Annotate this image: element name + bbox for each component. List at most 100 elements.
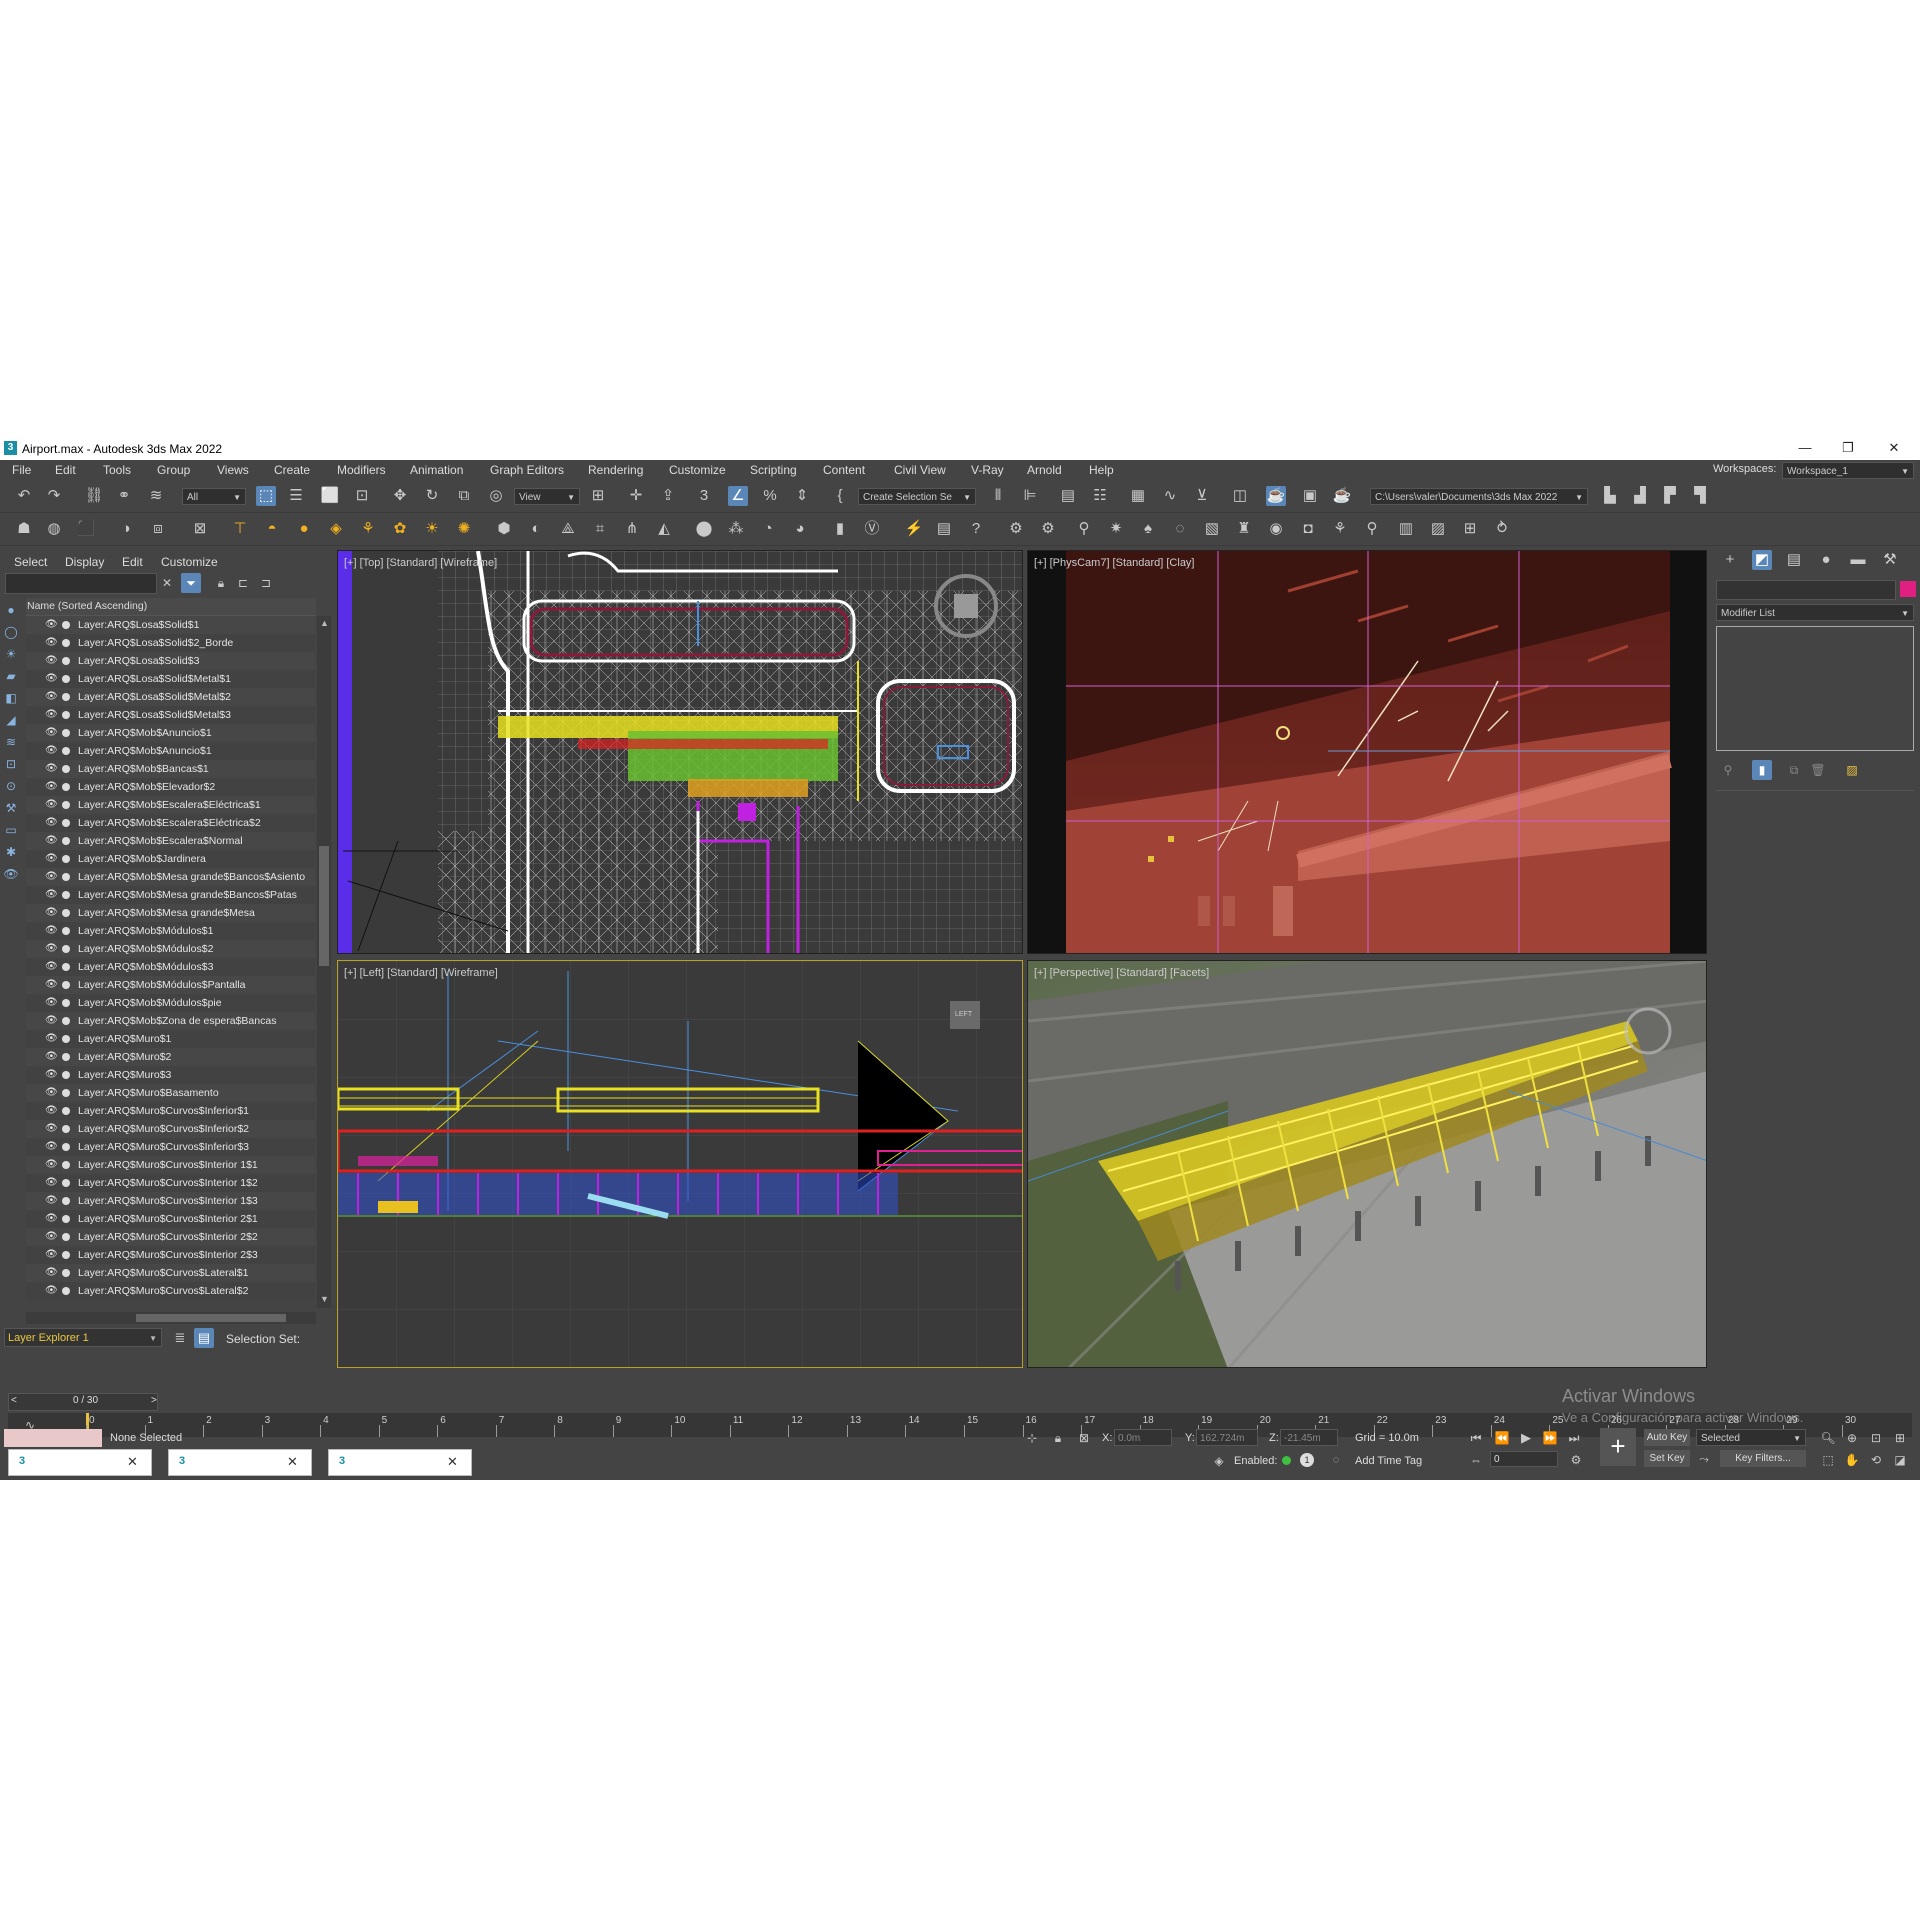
light-ies-icon[interactable]: ◈: [326, 519, 346, 539]
place-icon[interactable]: ◎: [486, 486, 506, 506]
visibility-eye-icon[interactable]: 👁︎: [45, 1120, 58, 1138]
tool-a-icon[interactable]: ⚙: [1006, 519, 1026, 539]
visibility-eye-icon[interactable]: 👁︎: [45, 634, 58, 652]
visibility-eye-icon[interactable]: 👁︎: [45, 616, 58, 634]
show-end-result-icon[interactable]: ▮: [1752, 760, 1772, 780]
visibility-eye-icon[interactable]: 👁︎: [45, 976, 58, 994]
clear-search-icon[interactable]: ✕: [157, 573, 177, 593]
frame-buffer-icon[interactable]: ▮: [830, 519, 850, 539]
renderable-toggle-icon[interactable]: [62, 1017, 70, 1025]
visibility-eye-icon[interactable]: 👁︎: [45, 778, 58, 796]
curve-editor-icon[interactable]: ∿: [1160, 486, 1180, 506]
zoom-icon[interactable]: 🔍︎: [1818, 1428, 1838, 1448]
render-production-icon[interactable]: ☕: [1332, 486, 1352, 506]
viewport-top-label[interactable]: [+] [Top] [Standard] [Wireframe]: [344, 557, 497, 569]
viewport-top[interactable]: [+] [Top] [Standard] [Wireframe]: [337, 550, 1023, 954]
percent-snap-icon[interactable]: %: [760, 486, 780, 506]
visibility-eye-icon[interactable]: 👁︎: [45, 868, 58, 886]
layer-row[interactable]: 👁︎ Layer:ARQ$Muro$Curvos$Interior 1$1: [26, 1156, 315, 1174]
layer-list-scrollbar[interactable]: ▲ ▼: [317, 616, 331, 1308]
taskbar-thumbnail-1[interactable]: 3 ✕: [8, 1449, 152, 1476]
menu-help[interactable]: Help: [1089, 463, 1114, 477]
toggle-scene-explorer-icon[interactable]: ▤: [1058, 486, 1078, 506]
viewport-physcam[interactable]: [+] [PhysCam7] [Standard] [Clay]: [1027, 550, 1707, 954]
hscroll-thumb[interactable]: [136, 1314, 286, 1322]
thumbnail-close-icon[interactable]: ✕: [287, 1454, 298, 1470]
teapot-icon[interactable]: ☗: [14, 519, 34, 539]
menu-civil-view[interactable]: Civil View: [894, 463, 946, 477]
isolate-icon[interactable]: ⊹: [1022, 1428, 1042, 1448]
visibility-eye-icon[interactable]: 👁︎: [45, 760, 58, 778]
vray-decal-icon[interactable]: ◭: [654, 519, 674, 539]
object-name-input[interactable]: [1716, 580, 1896, 600]
renderable-toggle-icon[interactable]: [62, 1125, 70, 1133]
layer-row[interactable]: 👁︎ Layer:ARQ$Muro$Curvos$Inferior$2: [26, 1120, 315, 1138]
renderable-toggle-icon[interactable]: [62, 1215, 70, 1223]
modify-tab-icon[interactable]: ◩: [1752, 550, 1772, 570]
scale-icon[interactable]: ⧉: [454, 486, 474, 506]
layer-row[interactable]: 👁︎ Layer:ARQ$Losa$Solid$Metal$1: [26, 670, 315, 688]
explorer-name-dropdown[interactable]: Layer Explorer 1 ▼: [4, 1328, 162, 1347]
visibility-eye-icon[interactable]: 👁︎: [45, 688, 58, 706]
link-icon[interactable]: ⛓: [84, 486, 104, 506]
tool-l-icon[interactable]: ⚲: [1362, 519, 1382, 539]
visibility-eye-icon[interactable]: 👁︎: [45, 904, 58, 922]
auto-key-button[interactable]: Auto Key: [1644, 1429, 1690, 1446]
visibility-eye-icon[interactable]: 👁︎: [45, 742, 58, 760]
viewport-perspective-label[interactable]: [+] [Perspective] [Standard] [Facets]: [1034, 967, 1209, 979]
undo-icon[interactable]: ↶: [14, 486, 34, 506]
enabled-indicator[interactable]: [1282, 1456, 1291, 1465]
maximize-viewport-icon[interactable]: ◪: [1890, 1450, 1910, 1470]
default-tangent-icon[interactable]: ⤳: [1694, 1449, 1714, 1469]
renderable-toggle-icon[interactable]: [62, 1197, 70, 1205]
light-ambient-icon[interactable]: ✺: [454, 519, 474, 539]
renderable-toggle-icon[interactable]: [62, 1035, 70, 1043]
visibility-eye-icon[interactable]: 👁︎: [45, 1012, 58, 1030]
layer-row[interactable]: 👁︎ Layer:ARQ$Losa$Solid$Metal$2: [26, 688, 315, 706]
absolute-mode-icon[interactable]: ⊠: [1074, 1428, 1094, 1448]
menu-views[interactable]: Views: [217, 463, 249, 477]
create-tab-icon[interactable]: +: [1720, 550, 1740, 570]
menu-edit[interactable]: Edit: [55, 463, 76, 477]
renderable-toggle-icon[interactable]: [62, 1179, 70, 1187]
viewport-left[interactable]: LEFT [+] [Left] [Standard] [Wireframe]: [337, 960, 1023, 1368]
tool-e-icon[interactable]: ♠: [1138, 519, 1158, 539]
renderable-toggle-icon[interactable]: [62, 801, 70, 809]
selection-filter-dropdown[interactable]: All ▼: [182, 488, 246, 505]
material-editor-icon[interactable]: ◫: [1230, 486, 1250, 506]
renderable-toggle-icon[interactable]: [62, 999, 70, 1007]
layer-row[interactable]: 👁︎ Layer:ARQ$Muro$1: [26, 1030, 315, 1048]
utilities-tab-icon[interactable]: ⚒: [1880, 550, 1900, 570]
key-filters-button[interactable]: Key Filters...: [1720, 1450, 1806, 1467]
visibility-eye-icon[interactable]: 👁︎: [45, 1066, 58, 1084]
visibility-eye-icon[interactable]: 👁︎: [45, 1192, 58, 1210]
layer-row[interactable]: 👁︎ Layer:ARQ$Muro$Curvos$Lateral$2: [26, 1282, 315, 1300]
visibility-eye-icon[interactable]: 👁︎: [45, 724, 58, 742]
workspaces-dropdown[interactable]: Workspace_1 ▼: [1782, 462, 1914, 479]
visibility-eye-icon[interactable]: 👁︎: [45, 814, 58, 832]
renderable-toggle-icon[interactable]: [62, 1269, 70, 1277]
mirror-icon[interactable]: ⫴: [988, 486, 1008, 506]
visibility-eye-icon[interactable]: 👁︎: [45, 1210, 58, 1228]
torus-icon[interactable]: ◍: [44, 519, 64, 539]
viewport-left-label[interactable]: [+] [Left] [Standard] [Wireframe]: [344, 967, 498, 979]
explorer-menu-edit[interactable]: Edit: [122, 555, 143, 569]
renderable-toggle-icon[interactable]: [62, 729, 70, 737]
renderable-toggle-icon[interactable]: [62, 747, 70, 755]
renderable-toggle-icon[interactable]: [62, 1071, 70, 1079]
toggle-ribbon-icon[interactable]: ▦: [1128, 486, 1148, 506]
vray-mesh-clipper-icon[interactable]: ⌗: [590, 519, 610, 539]
grid-objects-icon[interactable]: ⊠: [190, 519, 210, 539]
motion-tab-icon[interactable]: ●: [1816, 550, 1836, 570]
tool-g-icon[interactable]: ▧: [1202, 519, 1222, 539]
tool-h-icon[interactable]: ♜: [1234, 519, 1254, 539]
keyboard-shortcut-icon[interactable]: ⇪: [658, 486, 678, 506]
light-sun-icon[interactable]: ☀: [422, 519, 442, 539]
layer-row[interactable]: 👁︎ Layer:ARQ$Mob$Módulos$Pantalla: [26, 976, 315, 994]
tool-o-icon[interactable]: ⊞: [1460, 519, 1480, 539]
column-header[interactable]: Name (Sorted Ascending): [26, 598, 316, 616]
visibility-eye-icon[interactable]: 👁︎: [45, 670, 58, 688]
thumbnail-close-icon[interactable]: ✕: [127, 1454, 138, 1470]
layer-row[interactable]: 👁︎ Layer:ARQ$Mob$Escalera$Normal: [26, 832, 315, 850]
key-mode-icon[interactable]: ⇔: [1466, 1450, 1486, 1470]
